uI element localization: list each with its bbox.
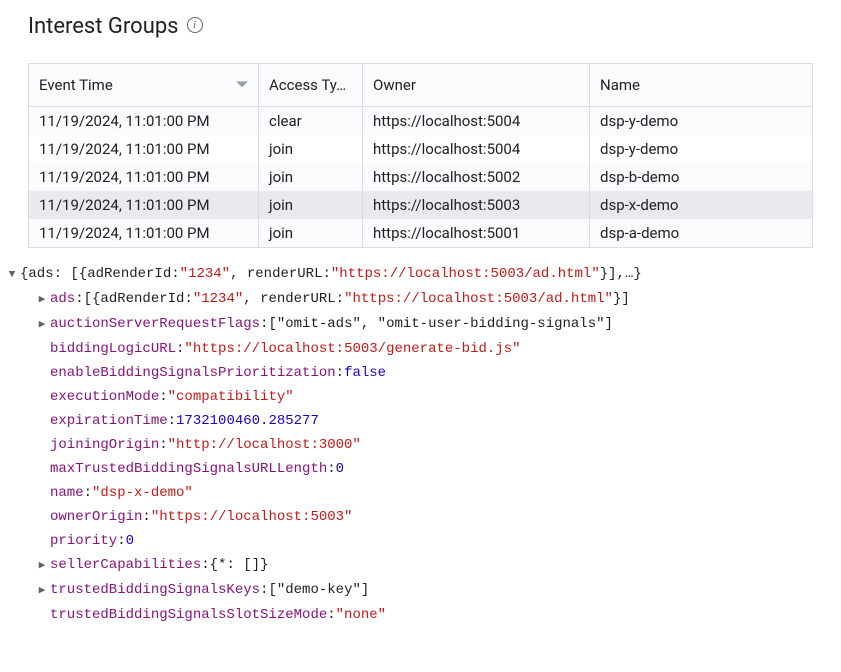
- column-label: Name: [600, 76, 640, 94]
- column-event-time[interactable]: Event Time: [29, 64, 259, 107]
- table-row[interactable]: 11/19/2024, 11:01:00 PMjoinhttps://local…: [29, 219, 813, 248]
- cell-type: join: [259, 191, 363, 219]
- table-row[interactable]: 11/19/2024, 11:01:00 PMclearhttps://loca…: [29, 107, 813, 136]
- object-summary-row[interactable]: {ads: [{adRenderId: "1234", renderURL: "…: [6, 262, 835, 287]
- column-name[interactable]: Name: [590, 64, 813, 107]
- info-icon[interactable]: i: [187, 17, 203, 33]
- cell-name: dsp-x-demo: [590, 191, 813, 219]
- prop-trusted-bidding-signals-slot-size-mode: trustedBiddingSignalsSlotSizeMode: "none…: [6, 603, 835, 627]
- cell-owner: https://localhost:5002: [363, 163, 590, 191]
- prop-priority: priority: 0: [6, 529, 835, 553]
- prop-ads[interactable]: ads: [{adRenderId: "1234", renderURL: "h…: [6, 287, 835, 312]
- table-row[interactable]: 11/19/2024, 11:01:00 PMjoinhttps://local…: [29, 191, 813, 219]
- cell-owner: https://localhost:5003: [363, 191, 590, 219]
- cell-owner: https://localhost:5004: [363, 135, 590, 163]
- prop-max-trusted-bidding-signals-url-length: maxTrustedBiddingSignalsURLLength: 0: [6, 457, 835, 481]
- prop-trusted-bidding-signals-keys[interactable]: trustedBiddingSignalsKeys: ["demo-key"]: [6, 578, 835, 603]
- expand-toggle-icon[interactable]: [36, 313, 48, 337]
- column-label: Owner: [373, 76, 416, 94]
- events-table-wrapper: Event Time Access Ty… Owner Name 11/19/2…: [0, 63, 841, 248]
- cell-time: 11/19/2024, 11:01:00 PM: [29, 135, 259, 163]
- cell-owner: https://localhost:5004: [363, 107, 590, 136]
- expand-toggle-icon[interactable]: [36, 288, 48, 312]
- cell-type: join: [259, 219, 363, 248]
- expand-toggle-icon[interactable]: [36, 554, 48, 578]
- column-owner[interactable]: Owner: [363, 64, 590, 107]
- cell-type: join: [259, 135, 363, 163]
- cell-type: clear: [259, 107, 363, 136]
- cell-time: 11/19/2024, 11:01:00 PM: [29, 191, 259, 219]
- prop-enable-bidding-signals-prioritization: enableBiddingSignalsPrioritization: fals…: [6, 361, 835, 385]
- table-row[interactable]: 11/19/2024, 11:01:00 PMjoinhttps://local…: [29, 135, 813, 163]
- cell-type: join: [259, 163, 363, 191]
- column-label: Event Time: [39, 76, 113, 94]
- cell-name: dsp-y-demo: [590, 107, 813, 136]
- column-label: Access Ty…: [269, 76, 346, 94]
- prop-expiration-time: expirationTime: 1732100460.285277: [6, 409, 835, 433]
- table-row[interactable]: 11/19/2024, 11:01:00 PMjoinhttps://local…: [29, 163, 813, 191]
- prop-auction-server-request-flags[interactable]: auctionServerRequestFlags: ["omit-ads", …: [6, 312, 835, 337]
- detail-object-viewer: {ads: [{adRenderId: "1234", renderURL: "…: [0, 248, 841, 641]
- panel-header: Interest Groups i: [0, 0, 841, 49]
- cell-name: dsp-b-demo: [590, 163, 813, 191]
- prop-bidding-logic-url: biddingLogicURL: "https://localhost:5003…: [6, 337, 835, 361]
- prop-joining-origin: joiningOrigin: "http://localhost:3000": [6, 433, 835, 457]
- panel-title: Interest Groups: [28, 14, 179, 39]
- prop-owner-origin: ownerOrigin: "https://localhost:5003": [6, 505, 835, 529]
- sort-desc-icon: [236, 81, 248, 87]
- expand-toggle-icon[interactable]: [36, 579, 48, 603]
- expand-toggle-icon[interactable]: [6, 263, 18, 287]
- prop-execution-mode: executionMode: "compatibility": [6, 385, 835, 409]
- events-table: Event Time Access Ty… Owner Name 11/19/2…: [28, 63, 813, 248]
- cell-time: 11/19/2024, 11:01:00 PM: [29, 219, 259, 248]
- cell-time: 11/19/2024, 11:01:00 PM: [29, 107, 259, 136]
- column-access-type[interactable]: Access Ty…: [259, 64, 363, 107]
- cell-name: dsp-y-demo: [590, 135, 813, 163]
- prop-seller-capabilities[interactable]: sellerCapabilities: {*: []}: [6, 553, 835, 578]
- cell-time: 11/19/2024, 11:01:00 PM: [29, 163, 259, 191]
- prop-name: name: "dsp-x-demo": [6, 481, 835, 505]
- cell-owner: https://localhost:5001: [363, 219, 590, 248]
- cell-name: dsp-a-demo: [590, 219, 813, 248]
